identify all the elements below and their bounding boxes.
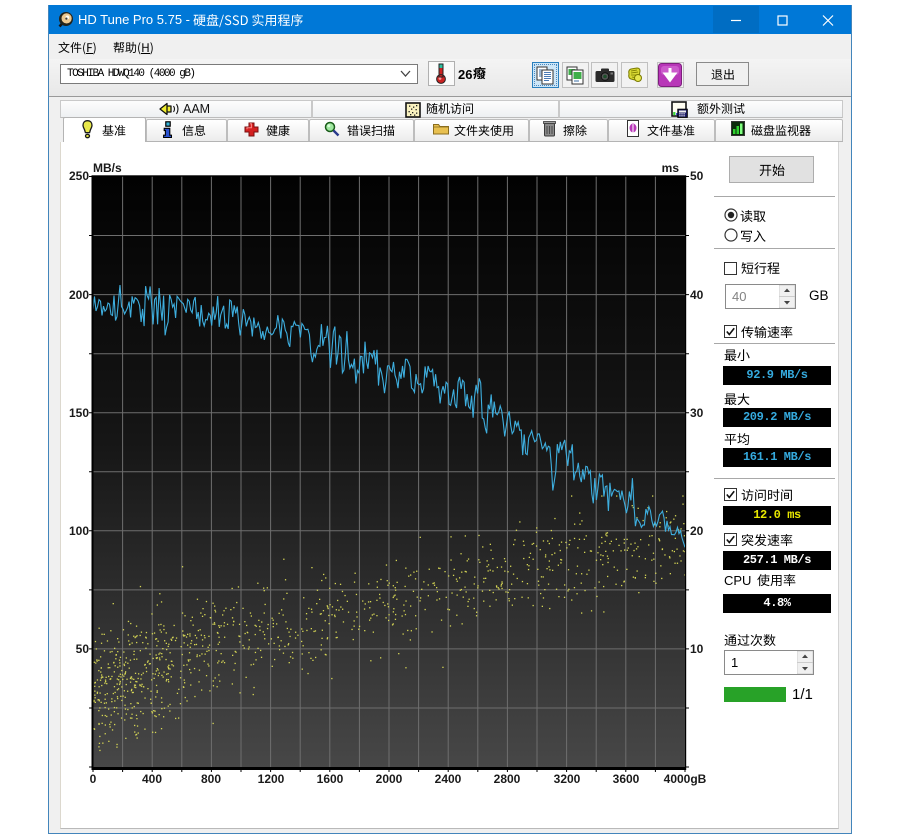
svg-text:40: 40 [690,288,704,302]
svg-text:ms: ms [662,161,680,175]
svg-text:MB/s: MB/s [93,161,122,175]
svg-text:3200: 3200 [554,772,581,786]
svg-text:250: 250 [69,169,89,183]
svg-text:3600: 3600 [613,772,640,786]
svg-text:30: 30 [690,406,704,420]
svg-text:200: 200 [69,288,89,302]
svg-text:20: 20 [690,524,704,538]
svg-text:10: 10 [690,642,704,656]
svg-text:100: 100 [69,524,89,538]
svg-text:1600: 1600 [317,772,344,786]
svg-text:150: 150 [69,406,89,420]
svg-text:50: 50 [690,169,704,183]
svg-text:2800: 2800 [494,772,521,786]
svg-text:1200: 1200 [258,772,285,786]
svg-text:0: 0 [90,772,97,786]
svg-text:50: 50 [76,642,90,656]
svg-text:2000: 2000 [376,772,403,786]
svg-text:800: 800 [201,772,221,786]
svg-text:400: 400 [142,772,162,786]
svg-text:2400: 2400 [435,772,462,786]
svg-text:4000gB: 4000gB [664,772,707,786]
